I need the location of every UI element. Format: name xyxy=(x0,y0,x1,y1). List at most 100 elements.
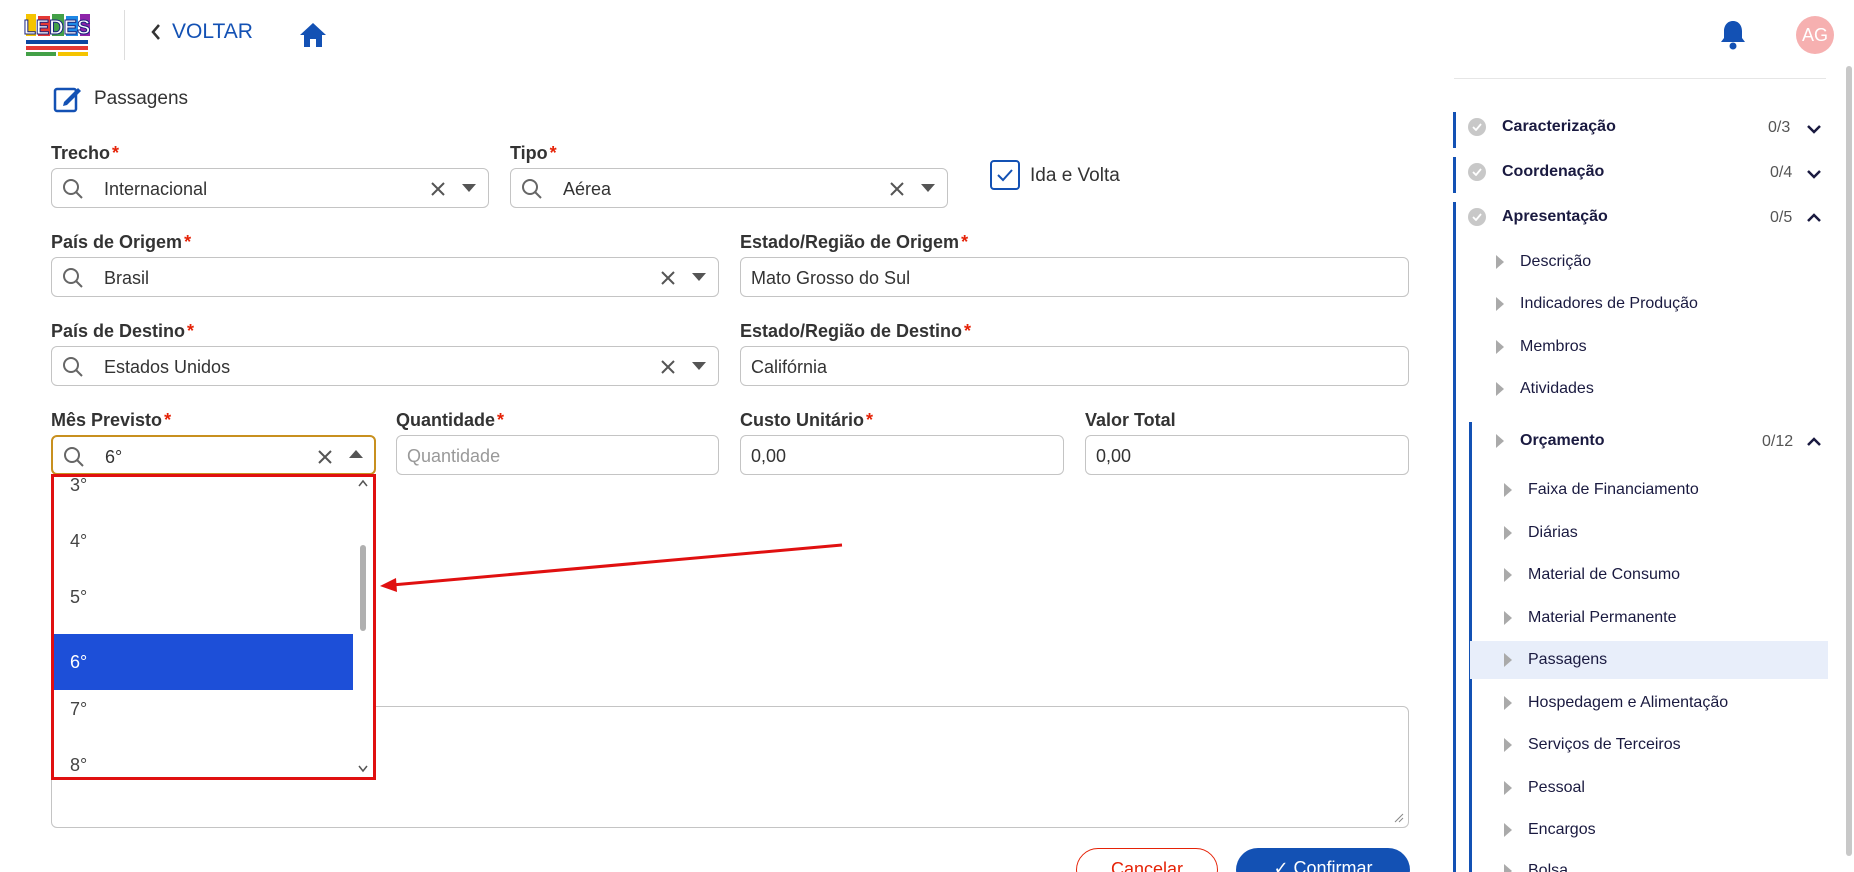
pais-origem-select[interactable]: Brasil xyxy=(51,257,719,297)
sidebar-item-coordenacao[interactable]: Coordenação xyxy=(1468,163,1604,181)
sidebar-item-material-consumo[interactable]: Material de Consumo xyxy=(1504,566,1680,584)
quantidade-input[interactable]: Quantidade xyxy=(396,435,719,475)
top-bar: LEDES VOLTAR AG xyxy=(0,0,1854,72)
back-button[interactable]: VOLTAR xyxy=(150,20,253,44)
chevron-up-icon[interactable] xyxy=(349,450,363,458)
sidebar-item-passagens[interactable]: Passagens xyxy=(1504,651,1607,669)
sidebar-item-encargos[interactable]: Encargos xyxy=(1504,821,1596,839)
chevron-up-icon[interactable] xyxy=(1806,434,1822,450)
search-icon xyxy=(64,447,84,467)
check-circle-icon xyxy=(1468,118,1486,136)
sidebar-item-material-permanente[interactable]: Material Permanente xyxy=(1504,609,1677,627)
custo-unitario-input[interactable]: 0,00 xyxy=(740,435,1064,475)
pais-destino-label: País de Destino * xyxy=(51,321,195,341)
chevron-down-icon[interactable] xyxy=(921,184,935,192)
header-divider xyxy=(124,10,125,60)
sidebar-accent-line xyxy=(1453,157,1456,193)
sidebar-item-faixa[interactable]: Faixa de Financiamento xyxy=(1504,481,1699,499)
mes-previsto-select[interactable]: 6° xyxy=(51,435,376,475)
scroll-down-icon[interactable] xyxy=(358,765,368,773)
resize-handle-icon[interactable] xyxy=(1394,813,1404,823)
chevron-up-icon[interactable] xyxy=(1806,210,1822,226)
estado-origem-label: Estado/Região de Origem * xyxy=(740,232,969,252)
chevron-down-icon[interactable] xyxy=(692,273,706,281)
trecho-select[interactable]: Internacional xyxy=(51,168,489,208)
sidebar-item-bolsa[interactable]: Bolsa xyxy=(1504,862,1568,872)
mes-previsto-dropdown[interactable]: 3° 4° 5° 6° 7° 8° xyxy=(51,474,376,780)
clear-icon[interactable] xyxy=(428,179,448,199)
dropdown-scrollbar[interactable] xyxy=(353,477,373,777)
clear-icon[interactable] xyxy=(887,179,907,199)
chevron-down-icon[interactable] xyxy=(692,362,706,370)
sidebar-item-diarias[interactable]: Diárias xyxy=(1504,524,1578,542)
sidebar-item-apresentacao[interactable]: Apresentação xyxy=(1468,208,1608,226)
bell-icon[interactable] xyxy=(1718,18,1748,50)
caret-right-icon xyxy=(1496,297,1504,311)
sidebar-item-caracterizacao[interactable]: Caracterização xyxy=(1468,118,1616,136)
quantidade-label: Quantidade * xyxy=(396,410,505,430)
chevron-down-icon[interactable] xyxy=(1806,121,1822,137)
pais-destino-select[interactable]: Estados Unidos xyxy=(51,346,719,386)
caret-right-icon xyxy=(1504,696,1512,710)
search-icon xyxy=(63,268,83,288)
dropdown-option[interactable]: 5° xyxy=(54,569,356,625)
sidebar-item-indicadores[interactable]: Indicadores de Produção xyxy=(1496,295,1698,313)
pais-origem-label: País de Origem * xyxy=(51,232,192,252)
sidebar-count: 0/12 xyxy=(1762,433,1794,450)
clear-icon[interactable] xyxy=(658,357,678,377)
sidebar-item-membros[interactable]: Membros xyxy=(1496,338,1587,356)
ida-volta-label: Ida e Volta xyxy=(1030,165,1120,186)
app-logo: LEDES xyxy=(20,6,94,64)
edit-icon xyxy=(53,87,81,113)
caret-right-icon xyxy=(1496,340,1504,354)
search-icon xyxy=(63,357,83,377)
valor-total-label: Valor Total xyxy=(1085,410,1176,430)
clear-icon[interactable] xyxy=(658,268,678,288)
trecho-label: Trecho * xyxy=(51,143,120,163)
confirm-button[interactable]: ✓ Confirmar xyxy=(1236,848,1410,872)
sidebar-item-pessoal[interactable]: Pessoal xyxy=(1504,779,1585,797)
check-icon xyxy=(997,169,1013,182)
annotation-arrow xyxy=(380,543,843,592)
page-scrollbar[interactable] xyxy=(1846,66,1852,856)
caret-right-icon xyxy=(1504,568,1512,582)
sidebar-accent-line xyxy=(1453,202,1456,872)
caret-right-icon xyxy=(1504,823,1512,837)
valor-total-input[interactable]: 0,00 xyxy=(1085,435,1409,475)
dropdown-option[interactable]: 3° xyxy=(54,477,356,513)
caret-right-icon xyxy=(1504,738,1512,752)
chevron-left-icon xyxy=(151,24,160,40)
ida-volta-checkbox[interactable] xyxy=(990,160,1020,190)
scroll-thumb[interactable] xyxy=(360,545,366,631)
back-label: VOLTAR xyxy=(172,20,253,43)
sidebar-accent-line xyxy=(1453,112,1456,148)
chevron-down-icon[interactable] xyxy=(462,184,476,192)
estado-origem-input[interactable]: Mato Grosso do Sul xyxy=(740,257,1409,297)
mes-previsto-label: Mês Previsto * xyxy=(51,410,172,430)
caret-right-icon xyxy=(1504,781,1512,795)
sidebar-item-atividades[interactable]: Atividades xyxy=(1496,380,1594,398)
search-icon xyxy=(522,179,542,199)
sidebar-item-descricao[interactable]: Descrição xyxy=(1496,253,1591,271)
caret-right-icon xyxy=(1504,483,1512,497)
dropdown-option[interactable]: 7° xyxy=(54,681,356,737)
tipo-select[interactable]: Aérea xyxy=(510,168,948,208)
svg-text:LEDES: LEDES xyxy=(24,17,91,39)
check-circle-icon xyxy=(1468,208,1486,226)
chevron-down-icon[interactable] xyxy=(1806,166,1822,182)
caret-right-icon xyxy=(1496,382,1504,396)
dropdown-option[interactable]: 8° xyxy=(54,737,356,777)
dropdown-option[interactable]: 4° xyxy=(54,513,356,569)
home-icon[interactable] xyxy=(298,20,328,50)
caret-right-icon xyxy=(1504,526,1512,540)
sidebar-item-hospedagem[interactable]: Hospedagem e Alimentação xyxy=(1504,694,1728,712)
estado-destino-input[interactable]: Califórnia xyxy=(740,346,1409,386)
clear-icon[interactable] xyxy=(315,447,335,467)
scroll-up-icon[interactable] xyxy=(358,479,368,487)
avatar[interactable]: AG xyxy=(1796,16,1834,54)
section-title-text: Passagens xyxy=(94,88,189,109)
caret-right-icon xyxy=(1504,864,1512,872)
sidebar-item-orcamento[interactable]: Orçamento xyxy=(1496,432,1604,450)
cancel-button[interactable]: Cancelar xyxy=(1076,848,1218,872)
sidebar-item-servicos[interactable]: Serviços de Terceiros xyxy=(1504,736,1681,754)
